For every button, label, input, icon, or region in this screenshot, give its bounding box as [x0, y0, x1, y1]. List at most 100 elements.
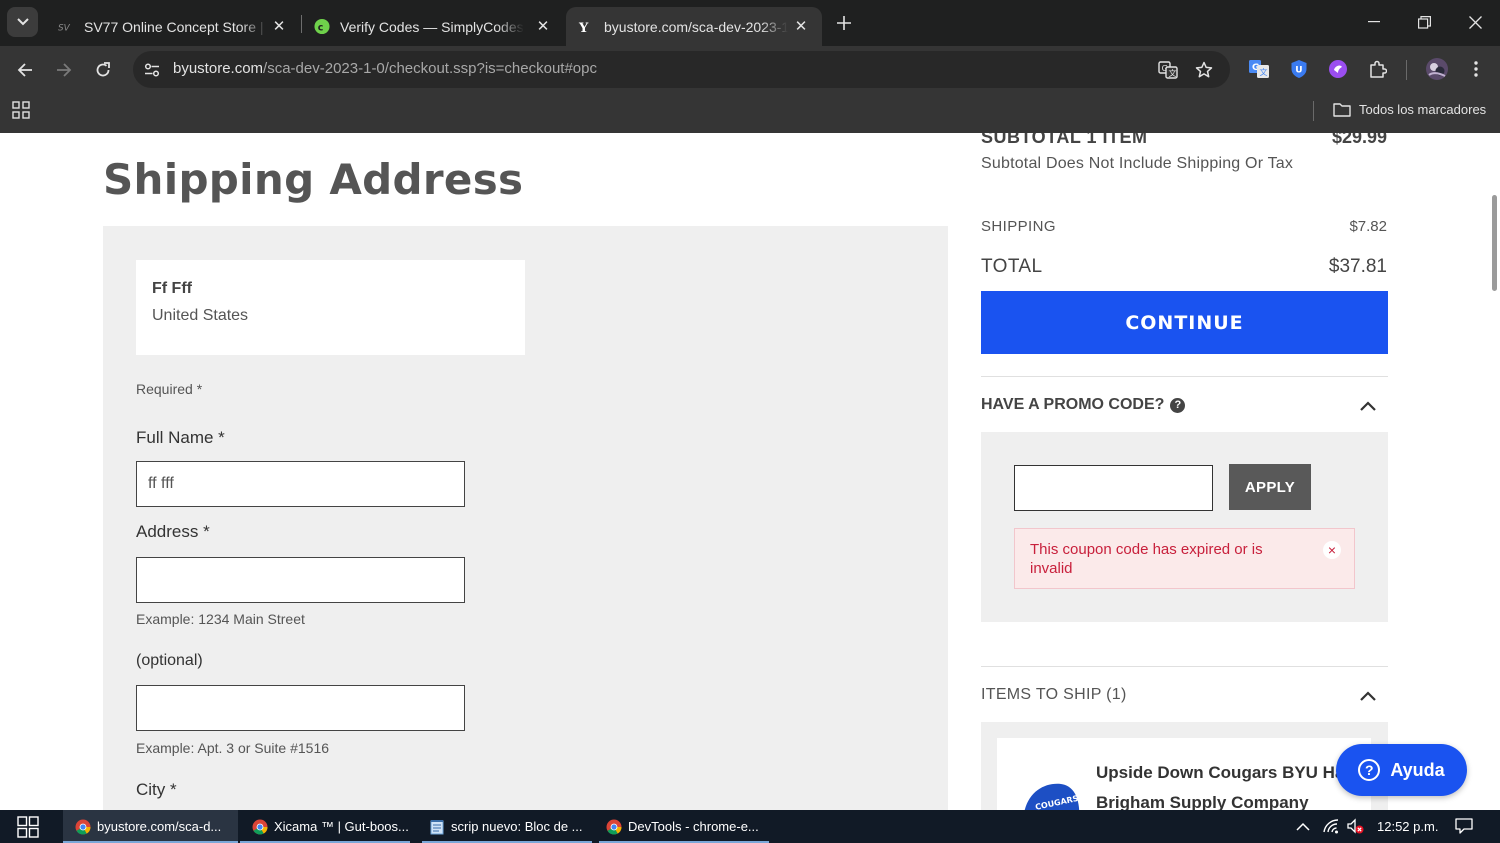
shipping-value: $7.82: [1349, 218, 1387, 235]
svg-text:Y: Y: [578, 21, 589, 34]
address2-field[interactable]: [136, 685, 465, 731]
toolbar-divider: [1406, 60, 1407, 80]
total-label: TOTAL: [981, 256, 1043, 277]
tune-icon: [144, 63, 160, 77]
subtotal-value: $29.99: [1331, 133, 1387, 147]
plus-icon: [837, 16, 851, 30]
site-info-button[interactable]: [141, 59, 163, 81]
minimize-icon: [1368, 21, 1380, 23]
reload-button[interactable]: [90, 57, 116, 83]
address2-label: (optional): [136, 652, 203, 669]
notifications-button[interactable]: [1455, 817, 1473, 835]
tab-byustore[interactable]: Y byustore.com/sca-dev-2023-1-0 ✕: [566, 7, 822, 46]
avatar-icon: [1426, 58, 1448, 80]
windows-taskbar: byustore.com/sca-d... Xicama ™ | Gut-boo…: [0, 810, 1500, 843]
page-scrollbar[interactable]: [1488, 133, 1500, 810]
star-icon: [1195, 61, 1213, 78]
close-icon[interactable]: ×: [1323, 541, 1341, 559]
subtotal-label: SUBTOTAL 1 ITEM: [981, 133, 1148, 147]
bookmarks-divider: [1313, 101, 1314, 121]
google-translate-extension[interactable]: G文: [1248, 58, 1270, 80]
close-icon[interactable]: ✕: [792, 17, 810, 35]
shield-extension[interactable]: U: [1288, 58, 1310, 80]
chevron-up-icon[interactable]: [1358, 689, 1378, 703]
new-tab-button[interactable]: [832, 11, 856, 35]
chevron-up-icon[interactable]: [1358, 399, 1378, 413]
svg-text:SV: SV: [58, 23, 71, 32]
start-grid-icon[interactable]: [17, 816, 39, 838]
close-icon[interactable]: ✕: [534, 17, 552, 35]
promo-code-input[interactable]: [1014, 465, 1213, 511]
continue-button[interactable]: CONTINUE: [981, 291, 1388, 354]
minimize-button[interactable]: [1362, 10, 1386, 34]
close-window-button[interactable]: [1463, 10, 1487, 34]
promo-toggle[interactable]: HAVE A PROMO CODE? ?: [981, 396, 1186, 414]
help-icon[interactable]: ?: [1170, 397, 1186, 413]
reload-icon: [96, 62, 110, 77]
taskbar-item-devtools[interactable]: DevTools - chrome-e...: [594, 810, 769, 843]
back-arrow-icon: [17, 63, 32, 77]
address-field[interactable]: [136, 557, 465, 603]
taskbar-item-notepad[interactable]: scrip nuevo: Bloc de ...: [417, 810, 592, 843]
taskbar-item-label: byustore.com/sca-d...: [97, 819, 222, 834]
full-name-field[interactable]: ff fff: [136, 461, 465, 507]
address-example: Example: 1234 Main Street: [136, 611, 305, 627]
items-panel: COUGARS Upside Down Cougars BYU Hat - Br…: [981, 722, 1388, 810]
tray-overflow-button[interactable]: [1294, 817, 1312, 835]
tab-strip: SV SV77 Online Concept Store | Ur ✕ c Ve…: [0, 0, 1500, 46]
help-chat-button[interactable]: ? Ayuda: [1336, 744, 1467, 796]
address-country: United States: [152, 307, 249, 324]
translate-button[interactable]: G文: [1157, 59, 1179, 81]
tab-sv77[interactable]: SV SV77 Online Concept Store | Ur ✕: [46, 7, 300, 46]
restore-button[interactable]: [1412, 10, 1436, 34]
profile-avatar[interactable]: [1425, 57, 1449, 81]
tab-simplycodes[interactable]: c Verify Codes — SimplyCodes ✕: [302, 7, 564, 46]
apps-button[interactable]: [12, 101, 34, 123]
extensions-button[interactable]: [1367, 58, 1389, 80]
address-bar[interactable]: byustore.com/sca-dev-2023-1-0/checkout.s…: [133, 51, 1230, 88]
city-label: City *: [136, 780, 177, 799]
saved-address-card[interactable]: Ff Fff United States: [136, 260, 525, 355]
taskbar-item-byustore[interactable]: byustore.com/sca-d...: [63, 810, 238, 843]
scrollbar-thumb[interactable]: [1492, 195, 1497, 291]
all-bookmarks-button[interactable]: Todos los marcadores: [1333, 102, 1486, 117]
divider: [981, 666, 1388, 667]
taskbar-item-label: DevTools - chrome-e...: [628, 819, 759, 834]
shield-icon: U: [1291, 60, 1307, 78]
forward-button[interactable]: [51, 57, 77, 83]
taskbar-item-xicama[interactable]: Xicama ™ | Gut-boos...: [240, 810, 410, 843]
url-path: /sca-dev-2023-1-0/checkout.ssp?is=checko…: [263, 60, 597, 77]
shipping-label: SHIPPING: [981, 218, 1056, 235]
svg-text:文: 文: [1260, 67, 1268, 77]
promo-heading: HAVE A PROMO CODE?: [981, 396, 1165, 413]
kebab-menu-icon: [1474, 61, 1478, 77]
bookmark-star-button[interactable]: [1193, 59, 1215, 81]
close-icon: [1468, 15, 1482, 29]
back-button[interactable]: [12, 57, 38, 83]
clock[interactable]: 12:52 p.m.: [1377, 819, 1438, 834]
chevron-up-icon: [1296, 822, 1310, 831]
translate-icon: G文: [1158, 61, 1178, 79]
items-to-ship-heading[interactable]: ITEMS TO SHIP (1): [981, 686, 1127, 704]
folder-icon: [1333, 102, 1351, 117]
svg-text:c: c: [318, 22, 324, 33]
sv77-favicon: SV: [58, 19, 74, 35]
close-icon[interactable]: ✕: [270, 17, 288, 35]
chevron-down-icon: [16, 18, 29, 26]
svg-text:U: U: [1295, 66, 1302, 76]
url-text[interactable]: byustore.com/sca-dev-2023-1-0/checkout.s…: [173, 60, 597, 77]
volume-button[interactable]: [1346, 817, 1364, 835]
tab-title: Verify Codes — SimplyCodes: [340, 18, 524, 35]
chrome-icon: [252, 819, 268, 834]
apply-button[interactable]: APPLY: [1229, 464, 1311, 510]
translate-icon: G文: [1249, 60, 1269, 78]
help-chat-label: Ayuda: [1390, 759, 1445, 780]
tab-search-button[interactable]: [7, 7, 38, 37]
bookmarks-bar: Todos los marcadores: [0, 93, 1500, 133]
network-button[interactable]: [1322, 817, 1340, 835]
notepad-icon: [430, 819, 444, 834]
wifi-icon: [1323, 819, 1339, 834]
purple-extension[interactable]: [1327, 58, 1349, 80]
chrome-menu-button[interactable]: [1465, 58, 1487, 80]
url-host: byustore.com: [173, 60, 264, 77]
